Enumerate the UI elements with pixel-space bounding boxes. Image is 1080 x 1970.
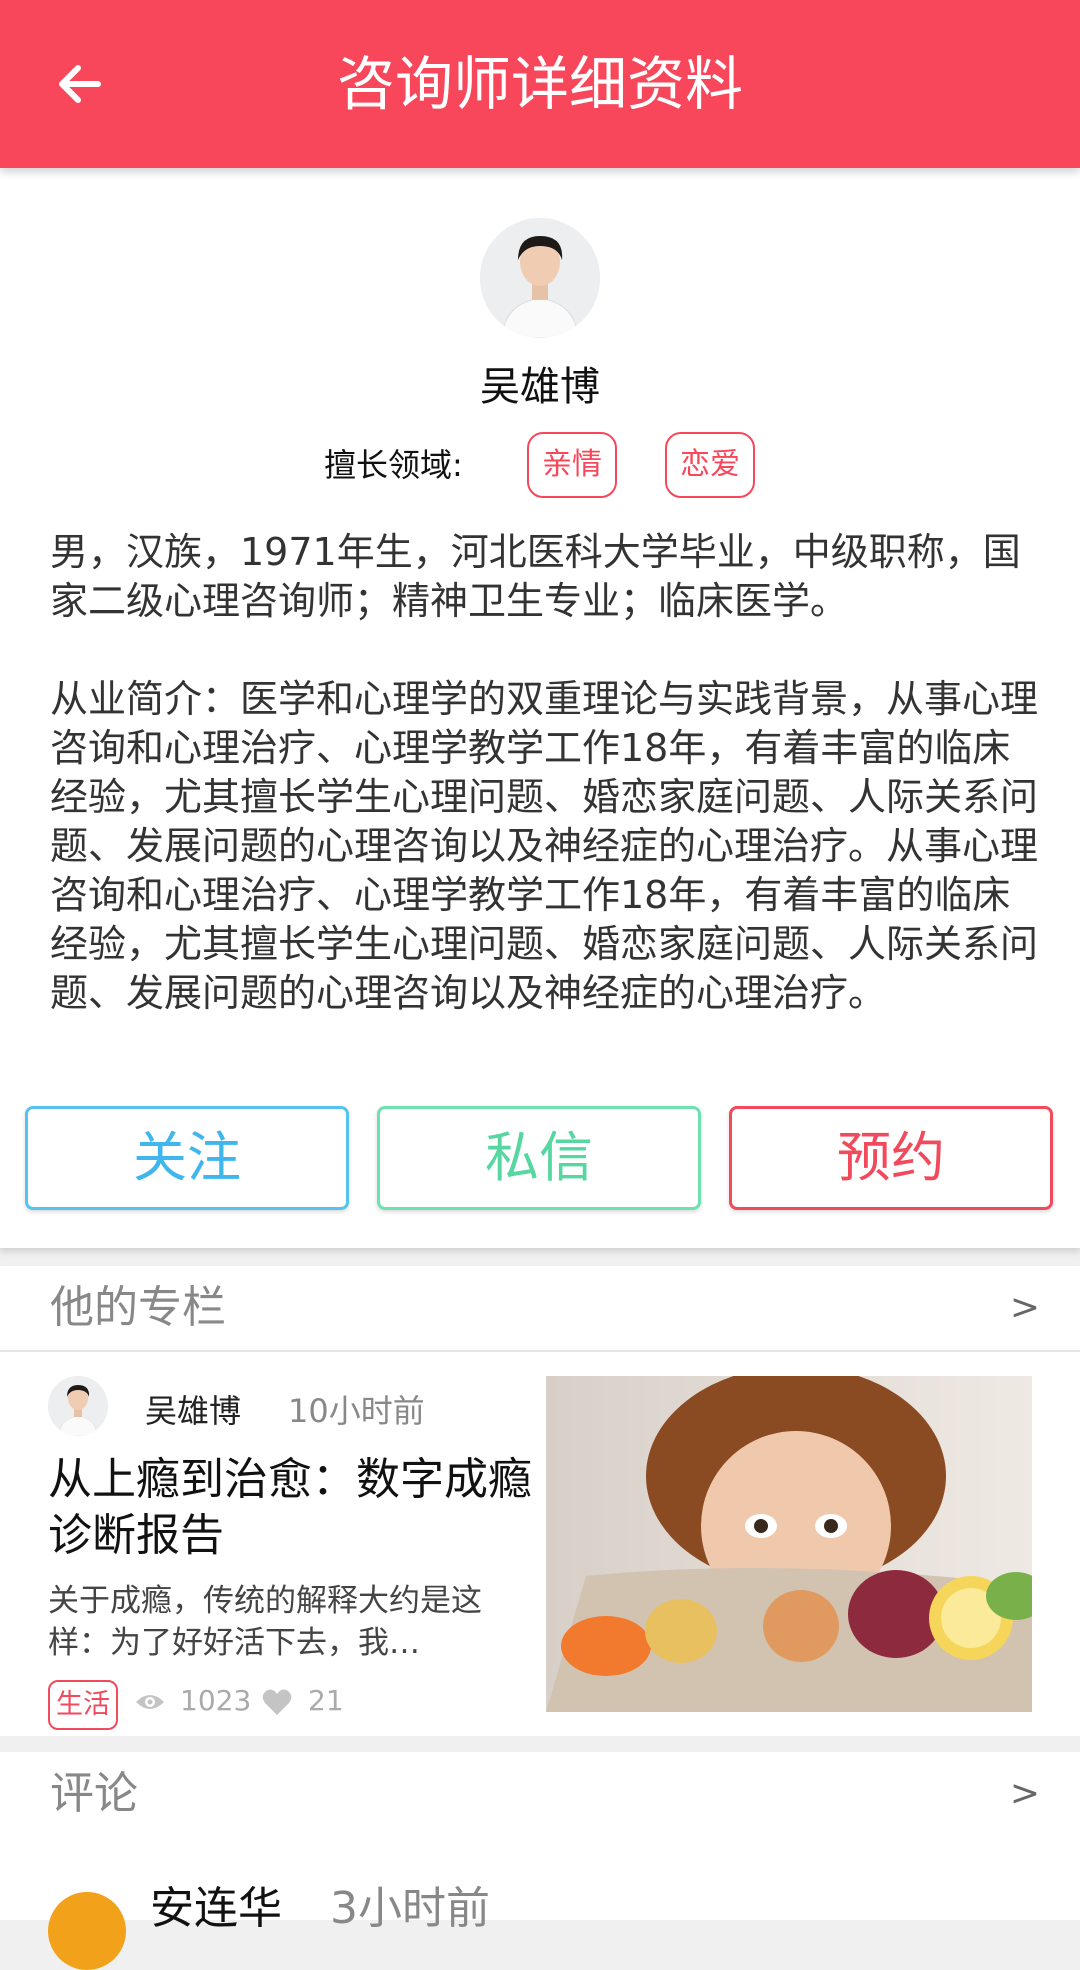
book-button[interactable]: 预约 bbox=[729, 1106, 1053, 1210]
top-app-bar: 咨询师详细资料 bbox=[0, 0, 1080, 168]
column-section-header[interactable]: 他的专栏 > bbox=[0, 1266, 1080, 1352]
heart-icon bbox=[262, 1689, 292, 1715]
article-title: 从上瘾到治愈：数字成瘾诊断报告 bbox=[48, 1454, 532, 1561]
article-time: 10小时前 bbox=[288, 1392, 425, 1430]
article-author: 吴雄博 bbox=[145, 1392, 242, 1430]
specialty-label: 擅长领域: bbox=[324, 446, 463, 484]
counselor-bio: 男，汉族，1971年生，河北医科大学毕业，中级职称，国家二级心理咨询师；精神卫生… bbox=[50, 528, 1040, 1018]
comment-time: 3小时前 bbox=[330, 1883, 490, 1934]
follow-button[interactable]: 关注 bbox=[25, 1106, 349, 1210]
article-card[interactable]: 吴雄博 10小时前 从上瘾到治愈：数字成瘾诊断报告 关于成瘾，传统的解释大约是这… bbox=[0, 1352, 1080, 1736]
page-title: 咨询师详细资料 bbox=[336, 50, 743, 118]
view-count: 1023 bbox=[180, 1684, 252, 1717]
article-tag[interactable]: 生活 bbox=[48, 1680, 118, 1730]
bio-intro: 从业简介：医学和心理学的双重理论与实践背景，从事心理咨询和心理治疗、心理学教学工… bbox=[50, 677, 1039, 1015]
section-title: 评论 bbox=[50, 1768, 138, 1819]
counselor-name: 吴雄博 bbox=[480, 364, 600, 410]
commenter-avatar bbox=[48, 1892, 126, 1970]
eye-icon bbox=[136, 1695, 164, 1709]
article-cover-image bbox=[546, 1376, 1032, 1712]
like-count: 21 bbox=[308, 1684, 344, 1717]
chevron-right-icon: > bbox=[1009, 1287, 1040, 1328]
article-summary: 关于成瘾，传统的解释大约是这样：为了好好活下去，我… bbox=[48, 1583, 482, 1661]
chevron-right-icon: > bbox=[1009, 1773, 1040, 1814]
specialty-tag[interactable]: 亲情 bbox=[527, 432, 617, 498]
comments-section-header[interactable]: 评论 > bbox=[0, 1752, 1080, 1838]
bio-basic: 男，汉族，1971年生，河北医科大学毕业，中级职称，国家二级心理咨询师；精神卫生… bbox=[50, 530, 1021, 623]
author-avatar bbox=[48, 1376, 108, 1436]
counselor-avatar[interactable] bbox=[480, 218, 600, 338]
message-button[interactable]: 私信 bbox=[377, 1106, 701, 1210]
comment-item[interactable]: 安连华 3小时前 bbox=[0, 1836, 1080, 1970]
commenter-name: 安连华 bbox=[150, 1883, 282, 1934]
section-title: 他的专栏 bbox=[50, 1282, 226, 1333]
specialty-tag[interactable]: 恋爱 bbox=[665, 432, 755, 498]
counselor-profile-card: 吴雄博 擅长领域: 亲情 恋爱 男，汉族，1971年生，河北医科大学毕业，中级职… bbox=[0, 168, 1080, 1248]
